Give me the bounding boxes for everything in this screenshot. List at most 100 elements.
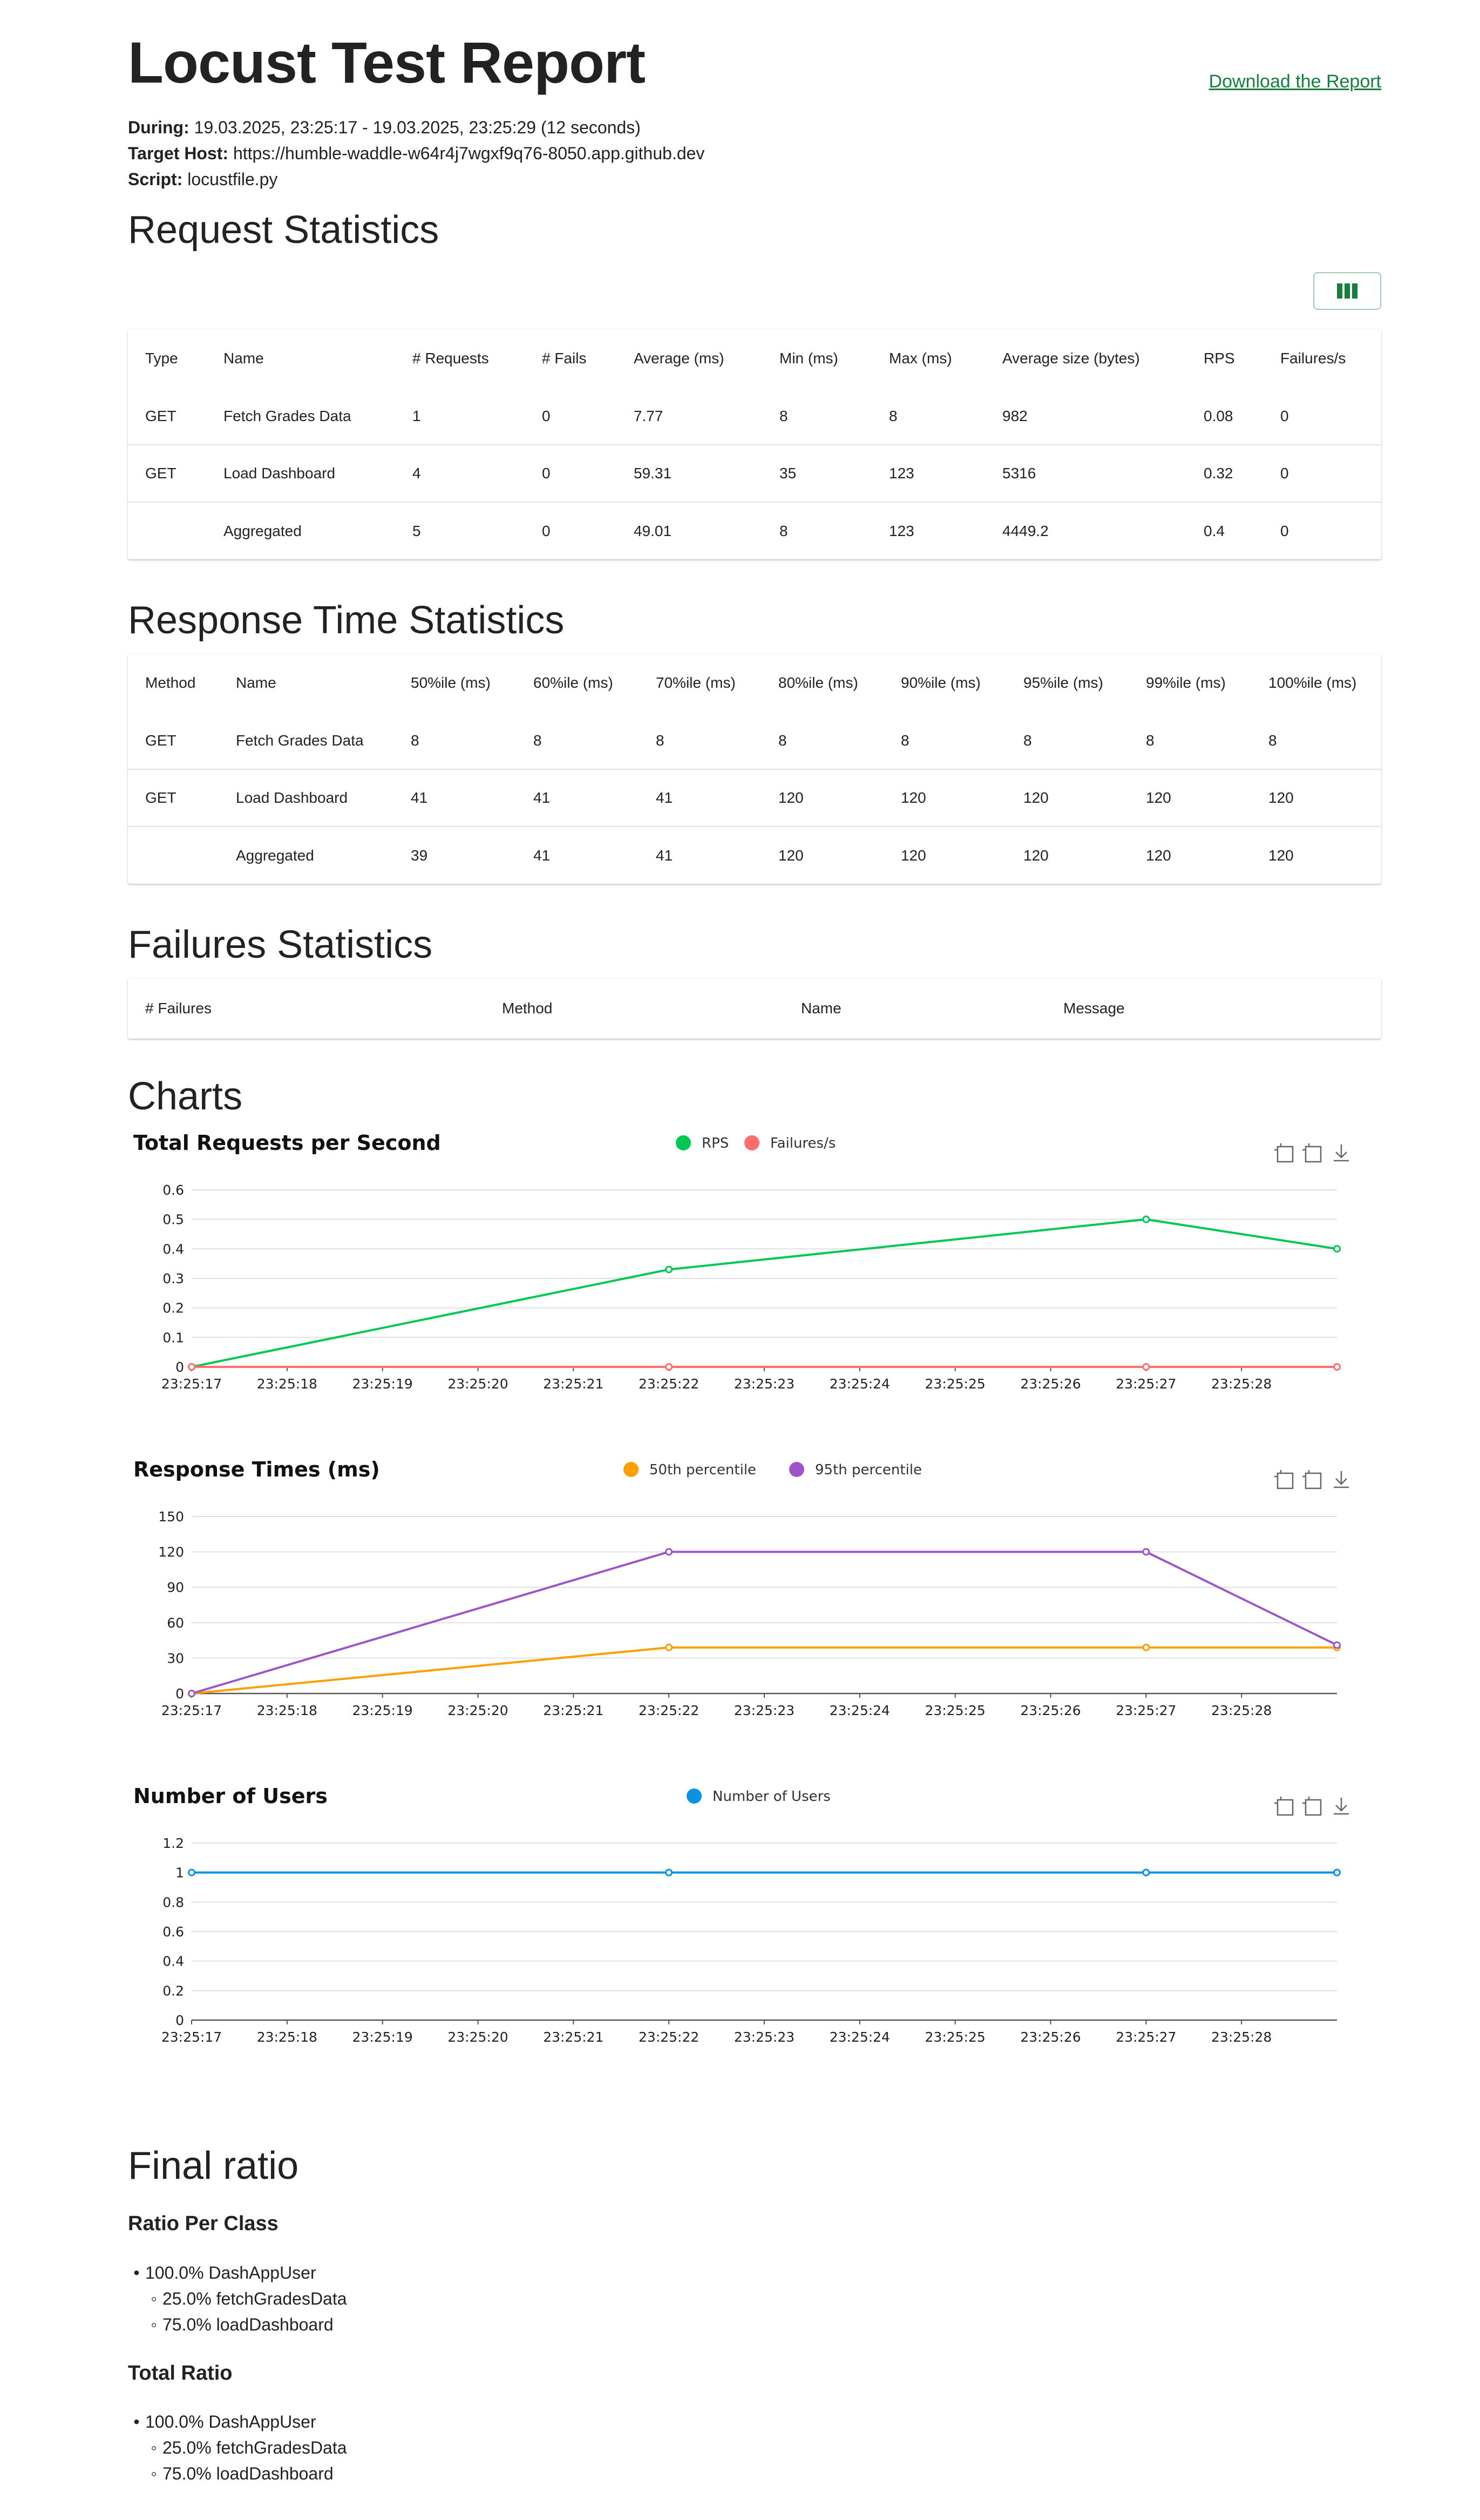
series-line <box>191 1646 1337 1695</box>
table-cell: 8 <box>411 731 419 749</box>
column-header[interactable]: Name <box>206 329 395 388</box>
table-cell: 8 <box>1146 731 1155 749</box>
failures-statistics-table: # Failures Method Name Message <box>128 978 1381 1039</box>
table-cell: 39 <box>411 846 428 864</box>
table-header-row: # Failures Method Name Message <box>128 978 1381 1039</box>
data-point[interactable] <box>188 1363 195 1371</box>
column-header[interactable]: Type <box>128 329 206 388</box>
table-cell: Load Dashboard <box>223 465 336 482</box>
data-point[interactable] <box>1333 1363 1341 1371</box>
column-header[interactable]: 80%ile (ms) <box>761 654 884 712</box>
legend-item[interactable]: 95th percentile <box>789 1462 922 1478</box>
chart-title: Number of Users <box>133 1784 328 1808</box>
data-point[interactable] <box>665 1868 673 1877</box>
column-header[interactable]: RPS <box>1186 329 1263 388</box>
column-header[interactable]: # Fails <box>525 329 616 388</box>
x-tick-label: 23:25:17 <box>161 1703 222 1718</box>
column-selector-button[interactable] <box>1313 272 1381 310</box>
column-header[interactable]: Average size (bytes) <box>985 329 1186 388</box>
download-icon[interactable] <box>1334 1144 1349 1162</box>
data-point[interactable] <box>1142 1215 1150 1223</box>
column-header[interactable]: Average (ms) <box>616 329 762 388</box>
table-cell: 0 <box>542 407 551 424</box>
list-item: 100.0% DashAppUser <box>128 2260 347 2286</box>
data-point[interactable] <box>1142 1643 1150 1651</box>
data-point[interactable] <box>1333 1245 1341 1253</box>
data-point[interactable] <box>1142 1548 1150 1556</box>
table-cell: 120 <box>1146 846 1171 864</box>
column-header[interactable]: Method <box>128 654 219 712</box>
data-point[interactable] <box>1333 1868 1341 1877</box>
table-row: GET Fetch Grades Data 8 8 8 8 8 8 8 8 <box>128 712 1381 769</box>
data-point[interactable] <box>1333 1641 1341 1649</box>
x-tick-label: 23:25:28 <box>1211 1703 1272 1718</box>
column-header[interactable]: 70%ile (ms) <box>639 654 761 712</box>
table-cell: 120 <box>1268 789 1294 806</box>
column-header[interactable]: 100%ile (ms) <box>1251 654 1381 712</box>
y-tick-label: 1.2 <box>162 1835 184 1851</box>
column-header[interactable]: 95%ile (ms) <box>1006 654 1129 712</box>
table-cell: 0 <box>542 522 551 539</box>
y-tick-label: 60 <box>167 1615 184 1631</box>
table-cell: 49.01 <box>634 522 672 539</box>
data-point[interactable] <box>665 1643 673 1651</box>
y-tick-label: 0 <box>175 1686 184 1702</box>
table-cell: 41 <box>656 846 673 864</box>
table-row: GET Fetch Grades Data 1 0 7.77 8 8 982 0.08 0 <box>128 388 1381 445</box>
column-header[interactable]: 90%ile (ms) <box>884 654 1006 712</box>
column-header[interactable]: Method <box>485 978 784 1039</box>
chart-title: Total Requests per Second <box>133 1131 441 1155</box>
table-cell: Aggregated <box>223 522 302 539</box>
legend-marker <box>744 1135 759 1150</box>
zoom-reset-icon[interactable] <box>1302 1470 1322 1489</box>
legend-label: Number of Users <box>712 1789 831 1805</box>
zoom-icon[interactable] <box>1274 1470 1294 1489</box>
column-header[interactable]: Failures/s <box>1263 329 1381 388</box>
legend-item[interactable]: RPS <box>676 1135 729 1151</box>
data-point[interactable] <box>1142 1363 1150 1371</box>
table-cell: 120 <box>1268 846 1294 864</box>
column-header[interactable]: 50%ile (ms) <box>393 654 516 712</box>
zoom-reset-icon[interactable] <box>1302 1143 1322 1163</box>
data-point[interactable] <box>188 1690 195 1697</box>
request-statistics-table: Type Name # Requests # Fails Average (ms) Min… <box>128 329 1381 559</box>
data-point[interactable] <box>665 1265 673 1273</box>
data-point[interactable] <box>665 1548 673 1556</box>
table-cell: GET <box>145 731 176 749</box>
y-tick-label: 0 <box>175 1359 184 1375</box>
data-point[interactable] <box>1142 1868 1150 1877</box>
table-cell: 0 <box>542 465 551 482</box>
column-header[interactable]: Message <box>1046 978 1381 1039</box>
column-header[interactable]: Min (ms) <box>762 329 872 388</box>
legend-item[interactable]: Number of Users <box>687 1789 831 1805</box>
download-report-link[interactable]: Download the Report <box>1209 71 1381 92</box>
column-header[interactable]: Max (ms) <box>872 329 985 388</box>
column-header[interactable]: Name <box>219 654 393 712</box>
table-cell: Load Dashboard <box>236 789 348 806</box>
x-tick-label: 23:25:21 <box>543 1376 603 1392</box>
table-cell: 123 <box>889 522 914 539</box>
x-tick-label: 23:25:19 <box>352 1703 413 1718</box>
column-header[interactable]: # Requests <box>395 329 525 388</box>
download-icon[interactable] <box>1334 1471 1349 1488</box>
table-cell: 120 <box>1023 789 1049 806</box>
table-cell: 8 <box>779 407 788 424</box>
legend-item[interactable]: Failures/s <box>744 1135 836 1151</box>
legend-item[interactable]: 50th percentile <box>623 1462 756 1478</box>
table-cell: 8 <box>901 731 909 749</box>
column-header[interactable]: Name <box>784 978 1046 1039</box>
zoom-icon[interactable] <box>1274 1143 1294 1163</box>
column-header[interactable]: 60%ile (ms) <box>516 654 639 712</box>
table-cell: 8 <box>1023 731 1032 749</box>
x-tick-label: 23:25:23 <box>734 1376 795 1392</box>
data-point[interactable] <box>188 1868 195 1877</box>
table-cell: 982 <box>1002 407 1028 424</box>
zoom-icon[interactable] <box>1274 1797 1294 1816</box>
zoom-reset-icon[interactable] <box>1302 1797 1322 1816</box>
column-header[interactable]: # Failures <box>128 978 485 1039</box>
download-icon[interactable] <box>1334 1798 1349 1815</box>
table-cell: 4449.2 <box>1002 522 1049 539</box>
table-row: Aggregated 5 0 49.01 8 123 4449.2 0.4 0 <box>128 502 1381 559</box>
column-header[interactable]: 99%ile (ms) <box>1129 654 1251 712</box>
data-point[interactable] <box>665 1363 673 1371</box>
